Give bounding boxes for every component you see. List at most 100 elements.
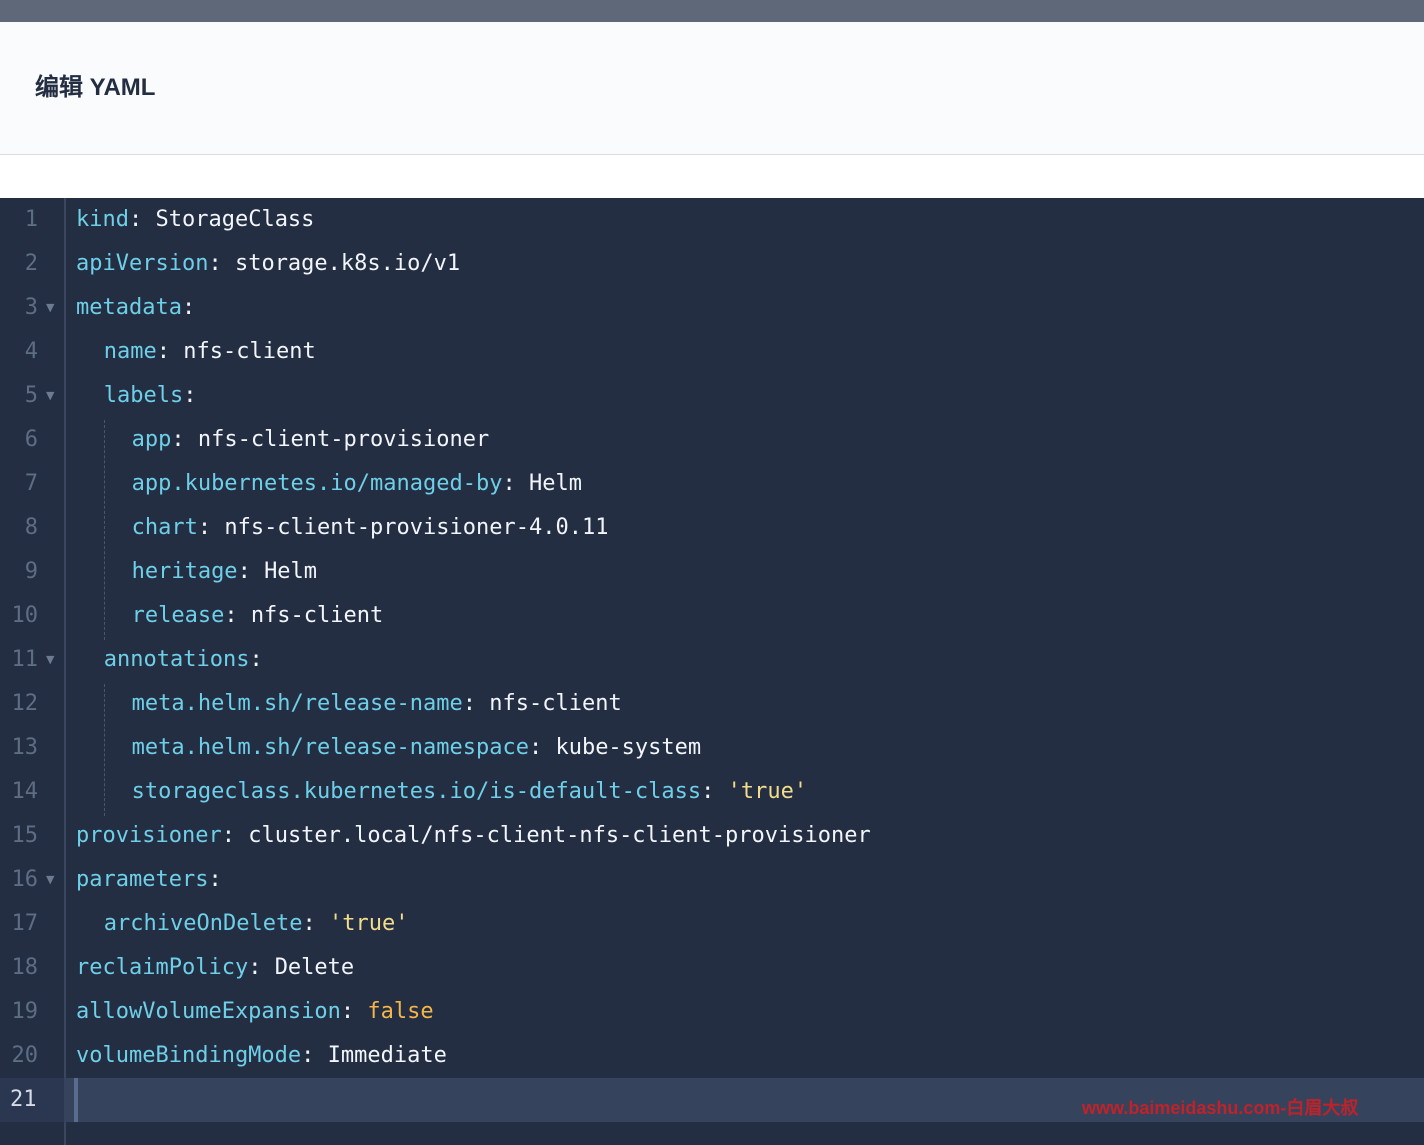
code-text: allowVolumeExpansion: false [76, 990, 434, 1034]
yaml-value: false [367, 999, 434, 1024]
colon: : [181, 295, 196, 320]
colon: : [183, 383, 197, 408]
code-line[interactable]: 9 heritage: Helm [0, 550, 1424, 594]
yaml-value: nfs-client [250, 603, 384, 628]
yaml-value: nfs-client-provisioner [197, 427, 490, 452]
code-line[interactable]: 19 allowVolumeExpansion: false [0, 990, 1424, 1034]
colon: : [237, 559, 265, 584]
line-number: 16 [11, 867, 39, 892]
text-cursor-bar [74, 1078, 78, 1122]
line-number: 20 [11, 1043, 39, 1068]
colon: : [128, 207, 156, 232]
yaml-key: app [131, 427, 172, 452]
colon: : [701, 779, 728, 804]
code-line[interactable]: 1 kind: StorageClass [0, 198, 1424, 242]
code-line[interactable]: 6 app: nfs-client-provisioner [0, 418, 1424, 462]
yaml-key: volumeBindingMode [76, 1043, 302, 1068]
code-line[interactable]: 10 release: nfs-client [0, 594, 1424, 638]
code-text: release: nfs-client [132, 594, 384, 638]
code-line[interactable]: 18 reclaimPolicy: Delete [0, 946, 1424, 990]
colon: : [208, 251, 235, 276]
line-number: 18 [11, 955, 39, 980]
code-line[interactable]: 8 chart: nfs-client-provisioner-4.0.11 [0, 506, 1424, 550]
yaml-value: 'true' [328, 911, 409, 936]
fold-arrow-icon[interactable]: ▼ [46, 858, 54, 902]
yaml-value: nfs-client [489, 691, 622, 716]
yaml-key: apiVersion [76, 251, 209, 276]
code-line[interactable]: 11 ▼ annotations: [0, 638, 1424, 682]
line-number: 2 [24, 251, 38, 276]
colon: : [302, 911, 329, 936]
line-number: 13 [11, 735, 39, 760]
colon: : [340, 999, 368, 1024]
yaml-key: provisioner [76, 823, 222, 848]
code-text: volumeBindingMode: Immediate [76, 1034, 447, 1078]
code-line[interactable]: 3 ▼ metadata: [0, 286, 1424, 330]
line-number: 6 [24, 427, 38, 452]
yaml-key: parameters [76, 867, 209, 892]
yaml-editor[interactable]: 1 kind: StorageClass 2 apiVersion: storage.… [0, 198, 1424, 1145]
code-text: reclaimPolicy: Delete [76, 946, 354, 990]
code-text: annotations: [104, 638, 263, 682]
code-line[interactable]: 5 ▼ labels: [0, 374, 1424, 418]
yaml-key: meta.helm.sh/release-namespace [131, 735, 529, 760]
colon: : [221, 823, 249, 848]
line-number: 10 [11, 603, 39, 628]
yaml-value: StorageClass [155, 207, 315, 232]
line-number: 21 [0, 1078, 64, 1122]
code-line[interactable]: 14 storageclass.kubernetes.io/is-default-… [0, 770, 1424, 814]
code-text: storageclass.kubernetes.io/is-default-cl… [132, 770, 808, 814]
yaml-key: name [103, 339, 157, 364]
fold-arrow-icon[interactable]: ▼ [46, 374, 54, 418]
code-line[interactable]: 2 apiVersion: storage.k8s.io/v1 [0, 242, 1424, 286]
code-text: name: nfs-client [104, 330, 316, 374]
yaml-key: metadata [76, 295, 182, 320]
line-number: 11 [11, 647, 39, 672]
dialog-header: 编辑 YAML [0, 22, 1424, 155]
line-number: 8 [24, 515, 38, 540]
yaml-value: 'true' [727, 779, 808, 804]
colon: : [301, 1043, 328, 1068]
yaml-value: Delete [274, 955, 355, 980]
yaml-key: chart [131, 515, 198, 540]
code-line[interactable]: 15 provisioner: cluster.local/nfs-client-… [0, 814, 1424, 858]
yaml-key: kind [76, 207, 129, 232]
yaml-key: meta.helm.sh/release-name [131, 691, 463, 716]
code-text: meta.helm.sh/release-name: nfs-client [132, 682, 622, 726]
code-text: meta.helm.sh/release-namespace: kube-sys… [132, 726, 702, 770]
code-line[interactable]: 20 volumeBindingMode: Immediate [0, 1034, 1424, 1078]
code-line[interactable]: 4 name: nfs-client [0, 330, 1424, 374]
code-text: heritage: Helm [132, 550, 317, 594]
colon: : [528, 735, 556, 760]
watermark: www.baimeidashu.com-白眉大叔 [1082, 1098, 1359, 1118]
colon: : [208, 867, 222, 892]
colon: : [171, 427, 198, 452]
code-line[interactable]: 13 meta.helm.sh/release-namespace: kube-s… [0, 726, 1424, 770]
code-line[interactable]: 12 meta.helm.sh/release-name: nfs-client [0, 682, 1424, 726]
yaml-value: cluster.local/nfs-client-nfs-client-prov… [248, 823, 871, 848]
code-line[interactable]: 16 ▼ parameters: [0, 858, 1424, 902]
yaml-key: archiveOnDelete [103, 911, 303, 936]
fold-arrow-icon[interactable]: ▼ [46, 638, 54, 682]
colon: : [462, 691, 490, 716]
code-line[interactable]: 17 archiveOnDelete: 'true' [0, 902, 1424, 946]
line-number: 9 [24, 559, 38, 584]
code-text: app.kubernetes.io/managed-by: Helm [132, 462, 582, 506]
line-number: 12 [11, 691, 39, 716]
yaml-key: labels [103, 383, 184, 408]
code-line[interactable]: 7 app.kubernetes.io/managed-by: Helm [0, 462, 1424, 506]
yaml-key: allowVolumeExpansion [76, 999, 341, 1024]
yaml-value: Immediate [327, 1043, 447, 1068]
yaml-key: reclaimPolicy [76, 955, 249, 980]
top-strip [0, 0, 1424, 22]
colon: : [502, 471, 529, 496]
yaml-key: storageclass.kubernetes.io/is-default-cl… [131, 779, 702, 804]
code-text: chart: nfs-client-provisioner-4.0.11 [132, 506, 609, 550]
dialog-title: 编辑 YAML [35, 74, 156, 101]
fold-arrow-icon[interactable]: ▼ [46, 286, 54, 330]
line-number: 1 [24, 207, 38, 232]
line-number: 4 [24, 339, 38, 364]
colon: : [224, 603, 251, 628]
colon: : [249, 647, 263, 672]
yaml-value: Helm [264, 559, 318, 584]
